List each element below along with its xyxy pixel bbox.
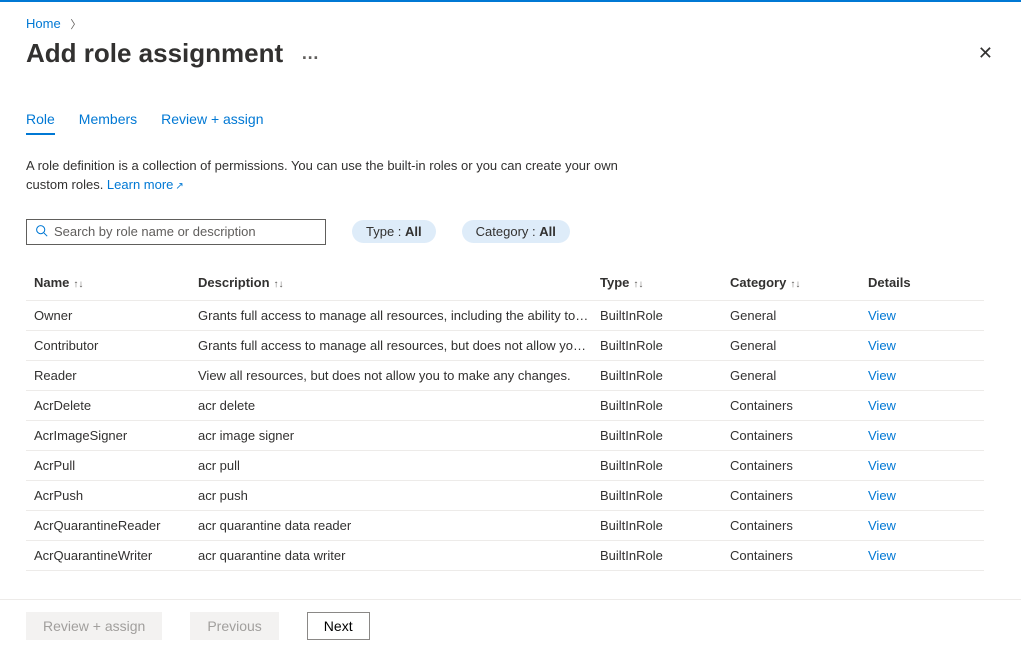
- table-row[interactable]: AcrDeleteacr deleteBuiltInRoleContainers…: [26, 391, 984, 421]
- view-link[interactable]: View: [868, 338, 896, 353]
- column-header-category[interactable]: Category↑↓: [730, 275, 868, 290]
- cell-category: Containers: [730, 488, 868, 503]
- sort-icon[interactable]: ↑↓: [274, 279, 284, 290]
- cell-name: AcrQuarantineWriter: [34, 548, 198, 563]
- cell-category: Containers: [730, 458, 868, 473]
- sort-icon[interactable]: ↑↓: [790, 279, 800, 290]
- cell-description: acr image signer: [198, 428, 600, 443]
- table-row[interactable]: ContributorGrants full access to manage …: [26, 331, 984, 361]
- cell-name: AcrDelete: [34, 398, 198, 413]
- cell-name: AcrPull: [34, 458, 198, 473]
- sort-icon[interactable]: ↑↓: [73, 279, 83, 290]
- cell-category: Containers: [730, 398, 868, 413]
- footer-actions: Review + assign Previous Next: [0, 599, 1021, 652]
- table-row[interactable]: AcrQuarantineReaderacr quarantine data r…: [26, 511, 984, 541]
- cell-description: View all resources, but does not allow y…: [198, 368, 600, 383]
- cell-category: General: [730, 338, 868, 353]
- cell-category: General: [730, 308, 868, 323]
- table-row[interactable]: AcrImageSigneracr image signerBuiltInRol…: [26, 421, 984, 451]
- tab-role[interactable]: Role: [26, 111, 55, 135]
- external-link-icon: ↗: [175, 181, 183, 192]
- learn-more-link[interactable]: Learn more↗: [107, 177, 184, 192]
- cell-category: Containers: [730, 548, 868, 563]
- cell-type: BuiltInRole: [600, 338, 730, 353]
- cell-type: BuiltInRole: [600, 428, 730, 443]
- next-button[interactable]: Next: [307, 612, 370, 640]
- filter-category-pill[interactable]: Category : All: [462, 220, 570, 243]
- more-actions-icon[interactable]: …: [301, 43, 320, 64]
- page-title-text: Add role assignment: [26, 38, 283, 69]
- view-link[interactable]: View: [868, 428, 896, 443]
- view-link[interactable]: View: [868, 488, 896, 503]
- cell-category: Containers: [730, 518, 868, 533]
- page-title: Add role assignment …: [26, 38, 320, 69]
- table-row[interactable]: AcrPushacr pushBuiltInRoleContainersView: [26, 481, 984, 511]
- previous-button: Previous: [190, 612, 278, 640]
- review-assign-button: Review + assign: [26, 612, 162, 640]
- sort-icon[interactable]: ↑↓: [633, 279, 643, 290]
- cell-category: General: [730, 368, 868, 383]
- column-header-type[interactable]: Type↑↓: [600, 275, 730, 290]
- cell-description: acr push: [198, 488, 600, 503]
- cell-type: BuiltInRole: [600, 518, 730, 533]
- cell-description: Grants full access to manage all resourc…: [198, 338, 600, 353]
- cell-name: AcrQuarantineReader: [34, 518, 198, 533]
- search-icon: [35, 224, 48, 240]
- breadcrumb: Home 〉: [26, 16, 1001, 32]
- cell-type: BuiltInRole: [600, 488, 730, 503]
- filter-type-pill[interactable]: Type : All: [352, 220, 436, 243]
- breadcrumb-home[interactable]: Home: [26, 16, 61, 31]
- roles-table: Name↑↓ Description↑↓ Type↑↓ Category↑↓ D…: [26, 265, 984, 571]
- cell-description: acr pull: [198, 458, 600, 473]
- view-link[interactable]: View: [868, 458, 896, 473]
- cell-description: Grants full access to manage all resourc…: [198, 308, 600, 323]
- cell-type: BuiltInRole: [600, 398, 730, 413]
- table-row[interactable]: OwnerGrants full access to manage all re…: [26, 301, 984, 331]
- cell-type: BuiltInRole: [600, 368, 730, 383]
- cell-description: acr delete: [198, 398, 600, 413]
- cell-type: BuiltInRole: [600, 308, 730, 323]
- tab-members[interactable]: Members: [79, 111, 137, 135]
- cell-description: acr quarantine data reader: [198, 518, 600, 533]
- search-input[interactable]: [54, 224, 317, 239]
- table-row[interactable]: ReaderView all resources, but does not a…: [26, 361, 984, 391]
- table-row[interactable]: AcrPullacr pullBuiltInRoleContainersView: [26, 451, 984, 481]
- cell-type: BuiltInRole: [600, 458, 730, 473]
- column-header-description[interactable]: Description↑↓: [198, 275, 600, 290]
- tabs: Role Members Review + assign: [26, 111, 1001, 135]
- view-link[interactable]: View: [868, 398, 896, 413]
- cell-name: AcrPush: [34, 488, 198, 503]
- cell-type: BuiltInRole: [600, 548, 730, 563]
- tab-review-assign[interactable]: Review + assign: [161, 111, 263, 135]
- view-link[interactable]: View: [868, 518, 896, 533]
- view-link[interactable]: View: [868, 548, 896, 563]
- cell-name: AcrImageSigner: [34, 428, 198, 443]
- view-link[interactable]: View: [868, 368, 896, 383]
- cell-name: Reader: [34, 368, 198, 383]
- column-header-name[interactable]: Name↑↓: [34, 275, 198, 290]
- info-text: A role definition is a collection of per…: [26, 157, 636, 195]
- cell-description: acr quarantine data writer: [198, 548, 600, 563]
- search-input-container[interactable]: [26, 219, 326, 245]
- cell-name: Owner: [34, 308, 198, 323]
- chevron-right-icon: 〉: [70, 19, 81, 31]
- close-button[interactable]: ✕: [970, 39, 1001, 68]
- cell-name: Contributor: [34, 338, 198, 353]
- table-row[interactable]: AcrQuarantineWriteracr quarantine data w…: [26, 541, 984, 571]
- horizontal-scrollbar[interactable]: [0, 650, 1021, 664]
- view-link[interactable]: View: [868, 308, 896, 323]
- cell-category: Containers: [730, 428, 868, 443]
- table-header-row: Name↑↓ Description↑↓ Type↑↓ Category↑↓ D…: [26, 265, 984, 301]
- column-header-details: Details: [868, 275, 928, 290]
